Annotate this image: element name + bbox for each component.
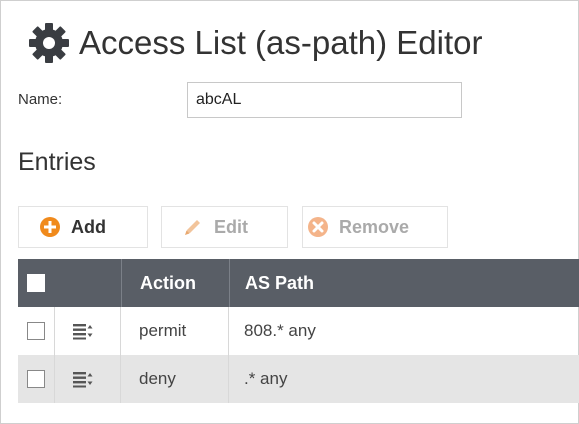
- entries-table: Action AS Path permit 808.* any deny .* …: [18, 259, 579, 403]
- name-input[interactable]: [187, 82, 462, 118]
- edit-button[interactable]: Edit: [161, 206, 288, 248]
- access-list-editor-panel: Access List (as-path) Editor Name: Entri…: [0, 0, 579, 424]
- table-row[interactable]: permit 808.* any: [18, 307, 579, 355]
- remove-button[interactable]: Remove: [302, 206, 448, 248]
- plus-circle-icon: [40, 217, 60, 237]
- cell-action: permit: [121, 307, 229, 355]
- table-header: Action AS Path: [18, 259, 579, 307]
- cell-as-path: 808.* any: [244, 321, 316, 340]
- entries-heading: Entries: [18, 148, 96, 176]
- table-row[interactable]: deny .* any: [18, 355, 579, 403]
- add-button-label: Add: [71, 216, 106, 237]
- add-button[interactable]: Add: [18, 206, 148, 248]
- row-handle-cell: [55, 307, 121, 355]
- x-circle-icon: [308, 217, 328, 237]
- edit-button-label: Edit: [214, 216, 248, 237]
- page-title: Access List (as-path) Editor: [79, 24, 483, 61]
- gear-icon: [29, 23, 69, 63]
- remove-button-label: Remove: [339, 216, 410, 237]
- row-select-cell: [18, 355, 55, 403]
- column-header-as-path[interactable]: AS Path: [229, 259, 579, 307]
- row-checkbox[interactable]: [27, 370, 45, 388]
- header-select-cell: [18, 259, 121, 307]
- cell-as-path: .* any: [244, 369, 288, 388]
- cell-action: deny: [121, 355, 229, 403]
- name-label: Name:: [18, 91, 63, 108]
- page-title-row: Access List (as-path) Editor: [27, 23, 482, 63]
- reorder-icon[interactable]: [72, 322, 94, 340]
- row-checkbox[interactable]: [27, 322, 45, 340]
- select-all-checkbox[interactable]: [27, 274, 45, 292]
- pencil-icon: [185, 220, 200, 235]
- row-handle-cell: [55, 355, 121, 403]
- column-header-action[interactable]: Action: [121, 259, 229, 307]
- row-select-cell: [18, 307, 55, 355]
- reorder-icon[interactable]: [72, 370, 94, 388]
